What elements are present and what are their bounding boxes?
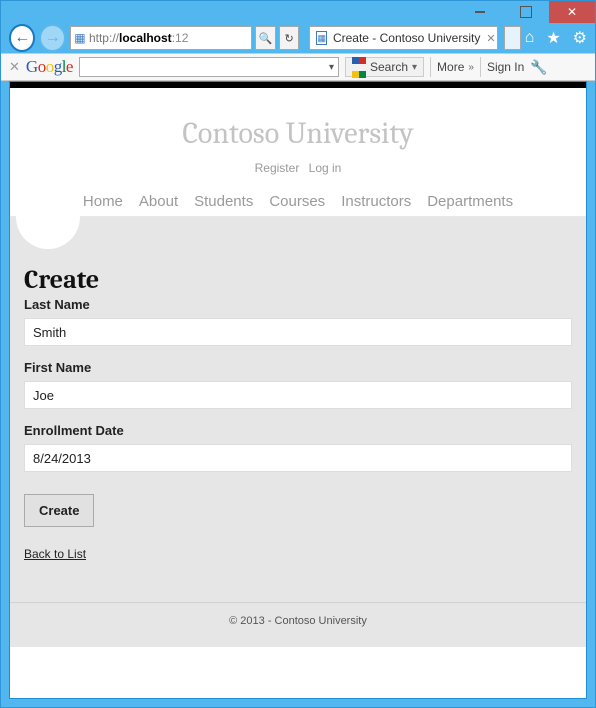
avatar-placeholder xyxy=(16,185,80,249)
url-port: :12 xyxy=(172,31,189,45)
page-icon: ▦ xyxy=(71,31,89,45)
tab-close-icon[interactable]: ✕ xyxy=(486,32,495,45)
tab-title: Create - Contoso University xyxy=(333,31,480,45)
register-link[interactable]: Register xyxy=(252,161,303,175)
separator xyxy=(430,57,431,77)
browser-nav-row: ← → ▦ http:// localhost :12 🔍 ↻ ▦ Create… xyxy=(1,23,595,53)
nav-courses[interactable]: Courses xyxy=(269,193,325,210)
toolbar-search-button[interactable]: Search ▾ xyxy=(345,57,424,77)
back-button[interactable]: ← xyxy=(9,24,35,52)
top-accent-bar xyxy=(10,82,586,88)
login-link[interactable]: Log in xyxy=(306,161,345,175)
favorites-icon[interactable]: ★ xyxy=(546,28,560,48)
search-dropdown-button[interactable]: 🔍 xyxy=(255,26,276,50)
last-name-input[interactable] xyxy=(24,318,572,346)
window-minimize-button[interactable] xyxy=(457,1,503,23)
url-protocol: http:// xyxy=(89,31,119,45)
enrollment-date-input[interactable] xyxy=(24,444,572,472)
page-viewport: Contoso University Register Log in Home … xyxy=(9,81,587,699)
auth-links: Register Log in xyxy=(10,161,586,175)
back-to-list-link[interactable]: Back to List xyxy=(24,547,572,561)
create-button[interactable]: Create xyxy=(24,494,94,527)
url-host: localhost xyxy=(119,31,172,45)
nav-home[interactable]: Home xyxy=(83,193,123,210)
chevron-down-icon[interactable]: ▾ xyxy=(325,62,338,73)
enrollment-date-label: Enrollment Date xyxy=(24,423,572,438)
browser-tab[interactable]: ▦ Create - Contoso University ✕ xyxy=(309,26,497,50)
nav-about[interactable]: About xyxy=(139,193,178,210)
toolbar-more-button[interactable]: More » xyxy=(437,60,474,74)
double-chevron-icon: » xyxy=(468,62,474,73)
chevron-down-icon: ▾ xyxy=(412,62,417,73)
wrench-icon[interactable]: 🔧 xyxy=(530,59,547,76)
toolbar-signin-button[interactable]: Sign In xyxy=(487,60,524,74)
address-bar[interactable]: ▦ http:// localhost :12 xyxy=(70,26,252,50)
first-name-input[interactable] xyxy=(24,381,572,409)
google-logo[interactable]: Google xyxy=(26,57,73,77)
window-maximize-button[interactable] xyxy=(503,1,549,23)
nav-instructors[interactable]: Instructors xyxy=(341,193,411,210)
last-name-label: Last Name xyxy=(24,297,572,312)
new-tab-button[interactable] xyxy=(504,26,521,50)
window-titlebar xyxy=(1,1,595,23)
toolbar-search-input[interactable]: ▾ xyxy=(79,57,339,77)
page-body: Create Last Name First Name Enrollment D… xyxy=(10,217,586,647)
tab-page-icon: ▦ xyxy=(316,31,327,45)
main-nav: Home About Students Courses Instructors … xyxy=(10,187,586,217)
more-label: More xyxy=(437,60,464,74)
page-footer: © 2013 - Contoso University xyxy=(10,602,586,647)
search-button-label: Search xyxy=(370,60,408,74)
signin-label: Sign In xyxy=(487,60,524,74)
nav-students[interactable]: Students xyxy=(194,193,253,210)
first-name-label: First Name xyxy=(24,360,572,375)
page-heading: Create xyxy=(24,265,572,295)
refresh-button[interactable]: ↻ xyxy=(279,26,300,50)
toolbar-close-icon[interactable]: ✕ xyxy=(9,59,20,75)
google-toolbar: ✕ Google ▾ Search ▾ More » Sign In 🔧 xyxy=(1,53,595,81)
site-title[interactable]: Contoso University xyxy=(10,116,586,151)
settings-gear-icon[interactable]: ⚙ xyxy=(573,28,587,48)
home-icon[interactable]: ⌂ xyxy=(525,29,535,47)
search-glyph-icon xyxy=(352,53,366,81)
window-close-button[interactable] xyxy=(549,1,595,23)
forward-button[interactable]: → xyxy=(39,24,65,52)
nav-departments[interactable]: Departments xyxy=(427,193,513,210)
separator xyxy=(480,57,481,77)
